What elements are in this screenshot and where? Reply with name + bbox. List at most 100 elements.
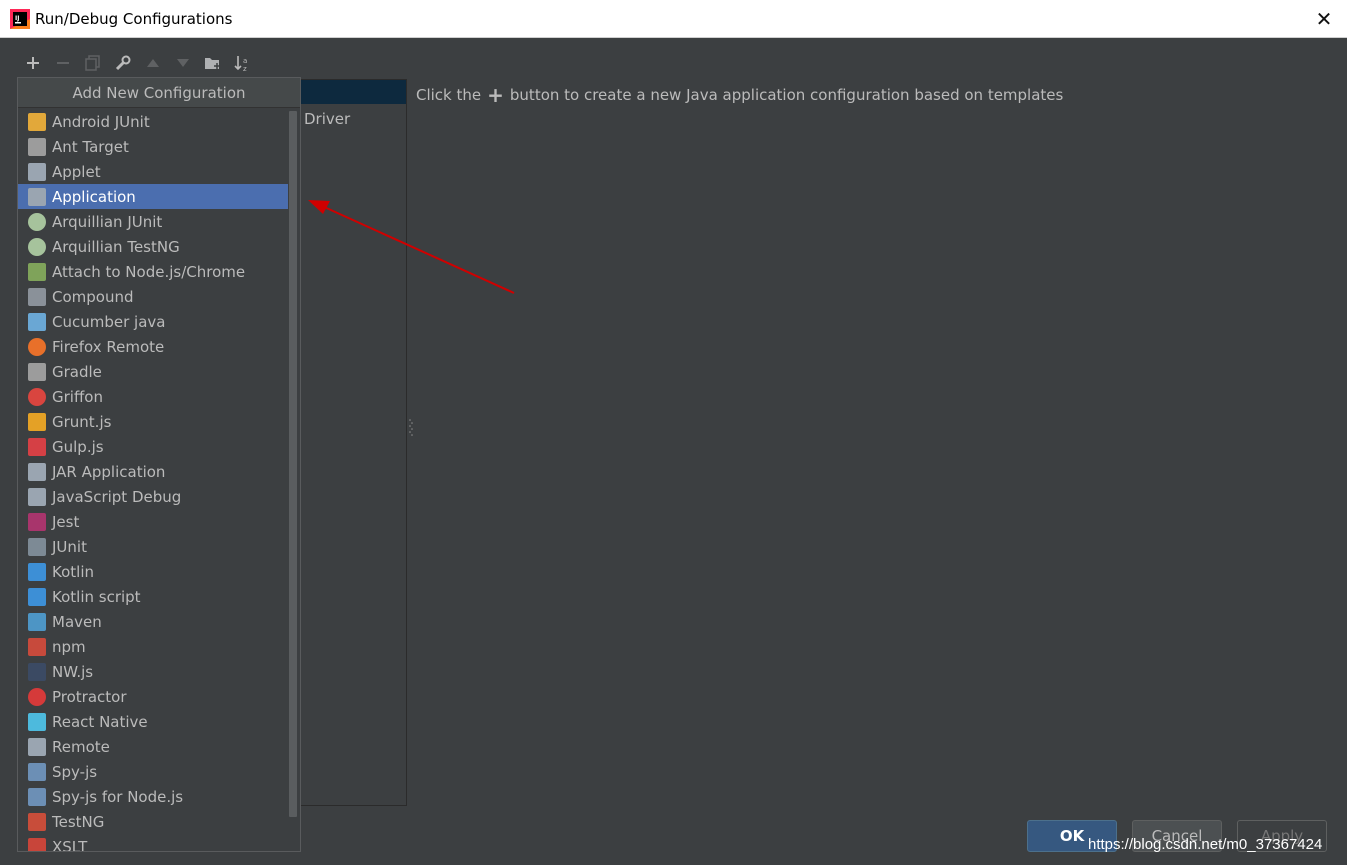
- kotlin-icon: [28, 562, 46, 581]
- copy-configuration-button[interactable]: [78, 50, 108, 76]
- config-type-label: Remote: [52, 737, 110, 756]
- new-folder-button[interactable]: [198, 50, 228, 76]
- hint-text-before: Click the: [416, 86, 482, 104]
- npm-icon: [28, 637, 46, 656]
- config-type-label: Spy-js for Node.js: [52, 787, 184, 806]
- jest-icon: [28, 512, 46, 531]
- junit-icon: [28, 537, 46, 556]
- edit-defaults-button[interactable]: [108, 50, 138, 76]
- configurations-toolbar: az: [18, 50, 258, 76]
- config-type-item[interactable]: Griffon: [18, 384, 288, 409]
- config-type-item[interactable]: Remote: [18, 734, 288, 759]
- copy-icon: [85, 55, 100, 71]
- config-type-item[interactable]: TestNG: [18, 809, 288, 834]
- config-type-item[interactable]: Arquillian JUnit: [18, 209, 288, 234]
- config-type-item[interactable]: npm: [18, 634, 288, 659]
- config-type-item[interactable]: XSLT: [18, 834, 288, 851]
- config-type-label: JUnit: [52, 537, 87, 556]
- add-icon: [27, 57, 39, 69]
- ant-icon: [28, 137, 46, 156]
- nwjs-icon: [28, 662, 46, 681]
- config-type-item[interactable]: JAR Application: [18, 459, 288, 484]
- config-type-item[interactable]: Ant Target: [18, 134, 288, 159]
- config-type-item[interactable]: Spy-js: [18, 759, 288, 784]
- gradle-icon: [28, 362, 46, 381]
- add-icon: +: [487, 82, 504, 107]
- config-type-label: NW.js: [52, 662, 94, 681]
- config-type-item[interactable]: Arquillian TestNG: [18, 234, 288, 259]
- config-type-label: Maven: [52, 612, 102, 631]
- config-type-label: Cucumber java: [52, 312, 166, 331]
- nodejs-attach-icon: [28, 262, 46, 281]
- config-type-item[interactable]: Application: [18, 184, 288, 209]
- config-type-item[interactable]: Grunt.js: [18, 409, 288, 434]
- splitter-handle[interactable]: [409, 418, 413, 438]
- js-debug-icon: [28, 487, 46, 506]
- config-type-label: Gulp.js: [52, 437, 104, 456]
- cucumber-icon: [28, 312, 46, 331]
- empty-state-hint: Click the + button to create a new Java …: [416, 82, 1063, 107]
- config-type-item[interactable]: Compound: [18, 284, 288, 309]
- compound-icon: [28, 287, 46, 306]
- arquillian-icon: [28, 237, 46, 256]
- sort-icon: az: [234, 56, 247, 72]
- popup-title: Add New Configuration: [18, 78, 300, 108]
- config-type-label: JavaScript Debug: [52, 487, 182, 506]
- watermark: https://blog.csdn.net/m0_37367424: [1088, 836, 1323, 853]
- popup-scrollbar[interactable]: [288, 109, 298, 849]
- remove-configuration-button[interactable]: [48, 50, 78, 76]
- protractor-icon: [28, 687, 46, 706]
- config-type-label: npm: [52, 637, 86, 656]
- config-type-item[interactable]: Android JUnit: [18, 109, 288, 134]
- config-type-item[interactable]: Protractor: [18, 684, 288, 709]
- spyjs-node-icon: [28, 787, 46, 806]
- react-icon: [28, 712, 46, 731]
- config-type-label: Gradle: [52, 362, 102, 381]
- wrench-icon: [115, 55, 131, 71]
- move-down-button[interactable]: [168, 50, 198, 76]
- remove-icon: [57, 62, 69, 64]
- move-up-button[interactable]: [138, 50, 168, 76]
- config-type-item[interactable]: React Native: [18, 709, 288, 734]
- config-type-item[interactable]: Applet: [18, 159, 288, 184]
- config-type-item[interactable]: Cucumber java: [18, 309, 288, 334]
- config-type-item[interactable]: JUnit: [18, 534, 288, 559]
- spyjs-icon: [28, 762, 46, 781]
- config-type-label: Applet: [52, 162, 101, 181]
- config-type-label: Spy-js: [52, 762, 98, 781]
- config-type-label: Grunt.js: [52, 412, 112, 431]
- config-type-item[interactable]: Kotlin script: [18, 584, 288, 609]
- tree-item-label[interactable]: Driver: [304, 110, 350, 128]
- config-type-item[interactable]: Gulp.js: [18, 434, 288, 459]
- kotlin-icon: [28, 587, 46, 606]
- config-type-label: Protractor: [52, 687, 127, 706]
- maven-icon: [28, 612, 46, 631]
- config-type-item[interactable]: Maven: [18, 609, 288, 634]
- intellij-logo-icon: IJ: [10, 9, 30, 29]
- application-icon: [28, 187, 46, 206]
- scroll-thumb[interactable]: [289, 111, 297, 817]
- new-folder-icon: [205, 58, 220, 69]
- config-type-label: Firefox Remote: [52, 337, 165, 356]
- config-type-item[interactable]: Jest: [18, 509, 288, 534]
- config-type-label: Jest: [52, 512, 80, 531]
- config-type-item[interactable]: Spy-js for Node.js: [18, 784, 288, 809]
- firefox-icon: [28, 337, 46, 356]
- config-type-item[interactable]: Kotlin: [18, 559, 288, 584]
- config-type-item[interactable]: JavaScript Debug: [18, 484, 288, 509]
- config-type-label: Android JUnit: [52, 112, 150, 131]
- config-type-label: Arquillian JUnit: [52, 212, 163, 231]
- config-type-label: Attach to Node.js/Chrome: [52, 262, 246, 281]
- xslt-icon: [28, 837, 46, 851]
- config-type-item[interactable]: NW.js: [18, 659, 288, 684]
- config-type-item[interactable]: Attach to Node.js/Chrome: [18, 259, 288, 284]
- sort-button[interactable]: az: [228, 50, 258, 76]
- griffon-icon: [28, 387, 46, 406]
- android-junit-icon: [28, 112, 46, 131]
- add-configuration-button[interactable]: [18, 50, 48, 76]
- config-type-item[interactable]: Gradle: [18, 359, 288, 384]
- config-type-label: JAR Application: [52, 462, 166, 481]
- close-button[interactable]: ✕: [1301, 0, 1347, 38]
- config-type-item[interactable]: Firefox Remote: [18, 334, 288, 359]
- grunt-icon: [28, 412, 46, 431]
